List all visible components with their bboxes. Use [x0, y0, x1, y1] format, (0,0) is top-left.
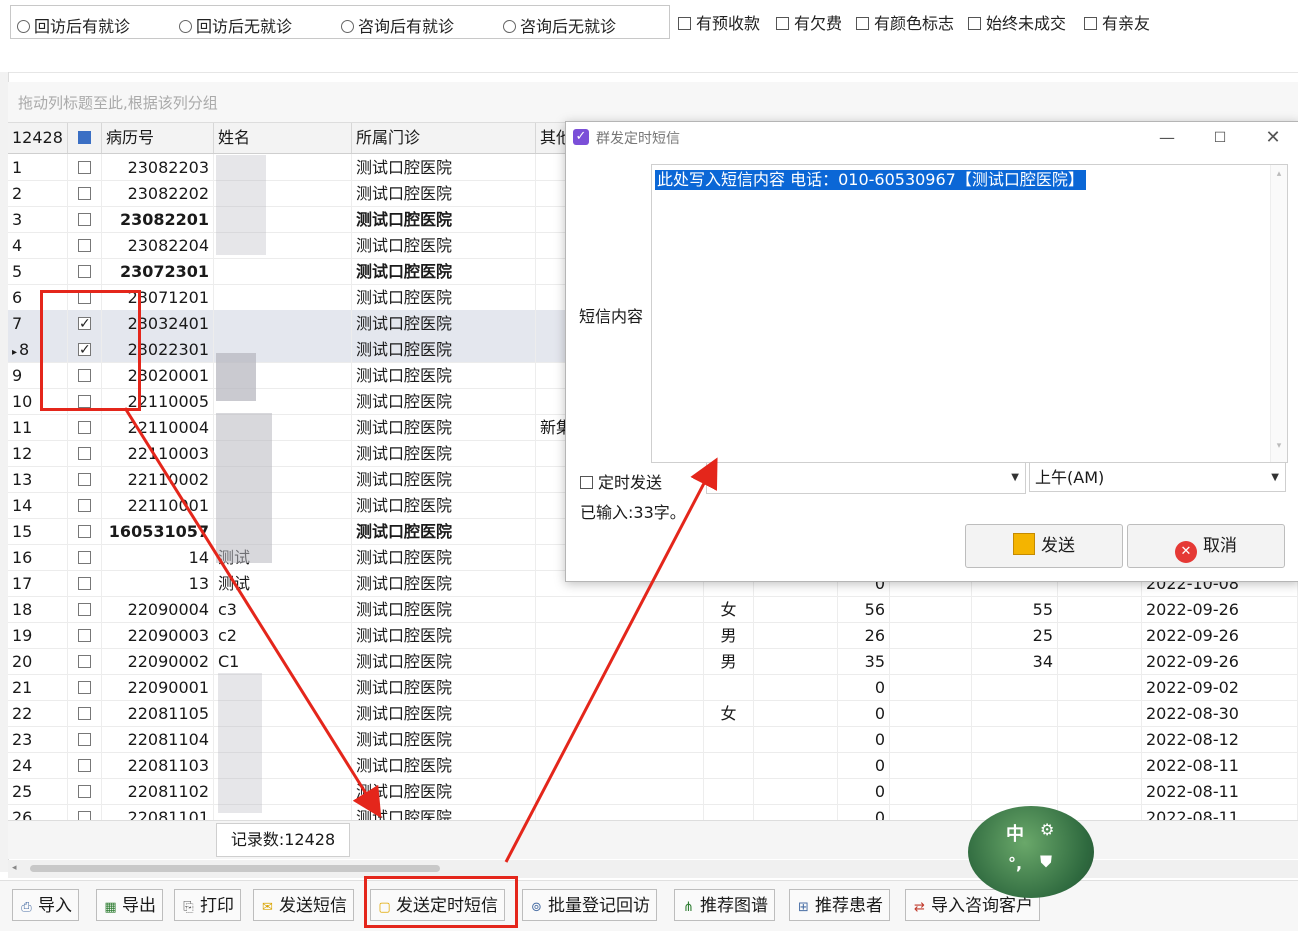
arrow-button-to-dialog: [504, 457, 718, 863]
arrow-rows-to-button: [123, 407, 382, 819]
gear-icon[interactable]: ⚙: [1040, 820, 1054, 839]
ime-floating-widget[interactable]: 中 ⚙ °, ⛊: [968, 806, 1094, 898]
ime-mode[interactable]: 中: [1006, 820, 1024, 846]
annotation-arrows: [123, 407, 718, 863]
skin-icon[interactable]: ⛊: [1040, 852, 1052, 872]
ime-punct[interactable]: °,: [1008, 854, 1022, 873]
